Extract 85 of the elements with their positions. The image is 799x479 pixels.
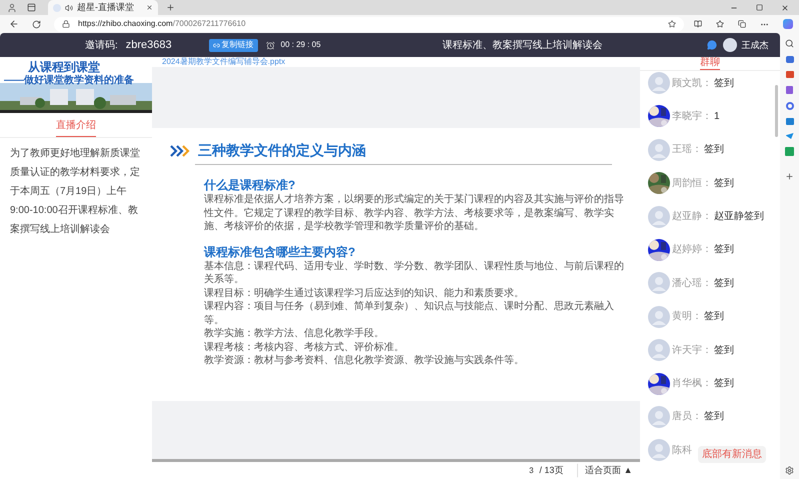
new-tab-icon[interactable] [166, 3, 175, 12]
message-text: 签到 [704, 310, 724, 324]
alarm-icon [266, 40, 275, 50]
avatar-icon [648, 339, 670, 362]
avatar-icon [648, 138, 670, 161]
slide-text: 教学资源：教材与参考资料、信息化教学资源、教学设施与实践条件等。 [204, 354, 525, 368]
restore-icon[interactable] [756, 4, 763, 11]
cover-title: 从课程到课堂 [28, 61, 101, 73]
sender-name: 赵婷婷： [672, 242, 712, 258]
avatar-icon [648, 272, 670, 294]
chat-tab[interactable]: 群聊 [700, 57, 720, 70]
message-text: 签到 [704, 410, 724, 424]
refresh-icon[interactable] [32, 20, 41, 28]
sender-name: 赵亚静： [672, 210, 712, 224]
section-title: 什么是课程标准? [204, 177, 296, 193]
slide-text: 教学实施：教学方法、信息化教学手段。 [204, 327, 385, 340]
copy-link-button[interactable]: 复制链接 [208, 38, 258, 52]
invite-label: 邀请码: [85, 38, 118, 52]
tab-title: 超星-直播课堂 [77, 3, 134, 12]
speaker-icon[interactable] [65, 4, 73, 12]
sender-name: 王瑶： [672, 142, 702, 158]
slide-text: 课程考核：考核内容、考核方式、评价标准。 [204, 340, 405, 354]
live-description: 为了教师更好地理解新质课堂质量认证的教学材料要求，定于本周五（7月19日）上午9:00-10:00召开课程标准、教案撰写线上培训解读会 [9, 146, 141, 237]
sender-name: 顾文凯： [672, 76, 712, 90]
send-icon[interactable] [786, 133, 794, 139]
sender-name: 陈科 [672, 444, 692, 458]
avatar-icon [648, 306, 670, 328]
back-icon[interactable] [9, 19, 19, 29]
message-text: 赵亚静签到 [714, 210, 764, 224]
avatar-icon [648, 439, 670, 462]
message-text: 签到 [714, 344, 734, 358]
chevrons-icon [170, 144, 190, 156]
ring-icon[interactable] [786, 102, 794, 110]
sender-name: 周韵恒： [672, 176, 712, 191]
split-screen-icon[interactable] [694, 20, 702, 28]
tab-actions-icon[interactable] [27, 3, 36, 12]
avatar-icon [648, 206, 670, 228]
scrollbar[interactable] [775, 85, 778, 137]
timer: 00 : 29 : 05 [280, 39, 321, 51]
cover-subtitle: ——做好课堂教学资料的准备 [4, 76, 135, 86]
settings-icon[interactable] [785, 466, 794, 475]
browser-tab[interactable]: 超星-直播课堂 [48, 0, 158, 15]
link-icon [212, 42, 220, 48]
message-text: 签到 [714, 243, 734, 258]
slide-text: 课程目标：明确学生通过该课程学习后应达到的知识、能力和素质要求。 [204, 286, 525, 300]
avatar-icon [648, 406, 670, 428]
collections-icon[interactable] [738, 20, 746, 28]
sender-name: 唐员： [672, 410, 702, 424]
url-text: https://zhibo.chaoxing.com/7000267211776610 [78, 18, 246, 30]
favicon-icon [53, 4, 61, 12]
sender-name: 许天宇： [672, 344, 712, 358]
add-icon[interactable] [785, 172, 794, 181]
invite-code: zbre3683 [126, 38, 172, 53]
slide-text: 课程标准是依据人才培养方案，以纲要的形式编定的关于某门课程的内容及其实施与评价的指导性文件。它规定了课程的教学目标、教学内容、教学方法、考核要求等，是教案编写、教学实施、考核评价的依据，是学校教学管理和教学质量评价的基础。 [204, 193, 625, 234]
favorite-icon[interactable] [668, 20, 676, 28]
slide-heading: 三种教学文件的定义与内涵 [198, 141, 366, 160]
lock-icon [62, 20, 70, 28]
live-title: 课程标准、教案撰写线上培训解读会 [442, 38, 603, 52]
sender-name: 潘心瑶： [672, 276, 712, 291]
address-field[interactable]: https://zhibo.chaoxing.com/7000267211776610 [54, 16, 684, 32]
sender-name: 李晓宇： [672, 110, 712, 124]
profile-icon[interactable] [7, 2, 17, 12]
slide-text: 课程内容：项目与任务（易到难、简单到复杂）、知识点与技能点、课时分配、思政元素融入等。 [204, 300, 615, 327]
message-text: 签到 [714, 377, 734, 392]
user-name: 王成杰 [742, 39, 768, 52]
search-icon[interactable] [785, 39, 794, 48]
close-icon[interactable] [146, 4, 153, 11]
section-title: 课程标准包含哪些主要内容? [204, 244, 356, 260]
message-text: 1 [714, 110, 720, 124]
message-text: 签到 [714, 276, 734, 291]
intro-tab[interactable]: 直播介绍 [56, 118, 96, 137]
page-number: 3 [529, 464, 534, 476]
message-text: 签到 [714, 176, 734, 191]
sender-name: 黄明： [672, 310, 702, 324]
favorites-icon[interactable] [716, 20, 724, 28]
new-message-toast[interactable]: 底部有新消息 [698, 446, 766, 463]
user-avatar-icon [723, 38, 737, 52]
fit-page-button[interactable]: 适合页面 ▲ [577, 464, 633, 478]
chat-icon[interactable] [707, 40, 717, 50]
message-text: 签到 [704, 143, 724, 158]
message-text: 签到 [714, 76, 734, 90]
close-icon[interactable] [781, 4, 789, 12]
sender-name: 肖华枫： [672, 376, 712, 392]
slide-text: 基本信息：课程代码、适用专业、学时数、学分数、教学团队、课程性质与地位、与前后课程的关系等。 [204, 260, 625, 286]
page-total: / 13页 [538, 464, 563, 478]
